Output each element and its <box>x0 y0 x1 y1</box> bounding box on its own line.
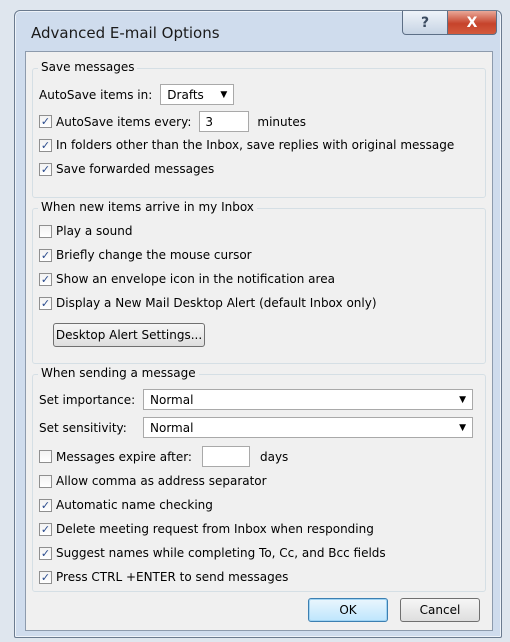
advanced-email-options-dialog: Advanced E-mail Options ? X Save message… <box>14 10 502 638</box>
expire-checkbox[interactable] <box>39 450 52 463</box>
sending-option-row: ✓ Automatic name checking <box>39 498 213 512</box>
save-messages-legend: Save messages <box>38 60 138 74</box>
importance-row: Set importance: Normal ▼ <box>39 389 473 410</box>
autosave-folder-row: AutoSave items in: Drafts ▼ <box>39 84 235 105</box>
name-checking-label: Automatic name checking <box>56 498 213 512</box>
checkmark-icon: ✓ <box>40 570 51 584</box>
expire-days-input[interactable] <box>201 446 250 467</box>
close-button[interactable]: X <box>447 11 497 35</box>
sending-option-row: Allow comma as address separator <box>39 474 267 488</box>
autosave-folder-value: Drafts <box>167 87 204 102</box>
new-item-option-row: ✓ Briefly change the mouse cursor <box>39 248 252 262</box>
new-item-option-row: ✓ Show an envelope icon in the notificat… <box>39 272 335 286</box>
save-messages-group: Save messages AutoSave items in: Drafts … <box>32 60 486 198</box>
chevron-down-icon: ▼ <box>459 394 466 405</box>
autosave-every-checkbox[interactable]: ✓ <box>39 115 52 128</box>
sending-option-row: ✓ Suggest names while completing To, Cc,… <box>39 546 386 560</box>
help-icon: ? <box>420 14 430 31</box>
checkmark-icon: ✓ <box>40 248 51 262</box>
checkmark-icon: ✓ <box>40 162 51 176</box>
importance-value: Normal <box>150 392 194 407</box>
importance-select[interactable]: Normal ▼ <box>143 389 473 410</box>
new-item-option-row: ✓ Display a New Mail Desktop Alert (defa… <box>39 296 377 310</box>
desktop-alert-label: Display a New Mail Desktop Alert (defaul… <box>56 296 377 310</box>
envelope-icon-label: Show an envelope icon in the notificatio… <box>56 272 335 286</box>
save-forwarded-label: Save forwarded messages <box>56 162 215 176</box>
change-cursor-label: Briefly change the mouse cursor <box>56 248 252 262</box>
delete-meeting-request-label: Delete meeting request from Inbox when r… <box>56 522 374 536</box>
ok-button[interactable]: OK <box>308 598 388 622</box>
save-forwarded-row: ✓ Save forwarded messages <box>39 162 214 176</box>
autosave-interval-input[interactable]: 3 <box>199 111 250 132</box>
help-button[interactable]: ? <box>402 11 448 35</box>
name-checking-checkbox[interactable]: ✓ <box>39 498 52 512</box>
sending-option-row: ✓ Press CTRL +ENTER to send messages <box>39 570 288 584</box>
chevron-down-icon: ▼ <box>459 422 466 433</box>
desktop-alert-checkbox[interactable]: ✓ <box>39 296 52 310</box>
ctrl-enter-send-checkbox[interactable]: ✓ <box>39 570 52 584</box>
checkmark-icon: ✓ <box>40 115 51 128</box>
checkmark-icon: ✓ <box>40 138 51 152</box>
change-cursor-checkbox[interactable]: ✓ <box>39 248 52 262</box>
checkmark-icon: ✓ <box>40 272 51 286</box>
cancel-button[interactable]: Cancel <box>400 598 480 622</box>
new-item-option-row: Play a sound <box>39 224 132 238</box>
dialog-body: Save messages AutoSave items in: Drafts … <box>25 51 493 631</box>
save-replies-checkbox[interactable]: ✓ <box>39 138 52 152</box>
expire-label: Messages expire after: <box>56 449 192 464</box>
minutes-label: minutes <box>257 114 306 129</box>
save-replies-label: In folders other than the Inbox, save re… <box>56 138 455 152</box>
envelope-icon-checkbox[interactable]: ✓ <box>39 272 52 286</box>
autosave-every-label: AutoSave items every: <box>56 114 192 129</box>
desktop-alert-settings-button[interactable]: Desktop Alert Settings... <box>53 323 205 347</box>
checkmark-icon: ✓ <box>40 296 51 310</box>
expire-row: Messages expire after: days <box>39 446 288 467</box>
play-sound-label: Play a sound <box>56 224 133 238</box>
sending-legend: When sending a message <box>38 366 199 380</box>
new-items-group: When new items arrive in my Inbox Play a… <box>32 200 486 364</box>
new-items-legend: When new items arrive in my Inbox <box>38 200 257 214</box>
play-sound-checkbox[interactable] <box>39 224 52 238</box>
sensitivity-select[interactable]: Normal ▼ <box>143 417 473 438</box>
sensitivity-label: Set sensitivity: <box>39 420 127 435</box>
delete-meeting-request-checkbox[interactable]: ✓ <box>39 522 52 536</box>
sending-option-row: ✓ Delete meeting request from Inbox when… <box>39 522 374 536</box>
importance-label: Set importance: <box>39 392 136 407</box>
checkmark-icon: ✓ <box>40 498 51 512</box>
save-forwarded-checkbox[interactable]: ✓ <box>39 162 52 176</box>
suggest-names-label: Suggest names while completing To, Cc, a… <box>56 546 386 560</box>
sensitivity-value: Normal <box>150 420 194 435</box>
title-bar[interactable]: Advanced E-mail Options ? X <box>15 11 501 51</box>
suggest-names-checkbox[interactable]: ✓ <box>39 546 52 560</box>
autosave-in-label: AutoSave items in: <box>39 87 153 102</box>
autosave-every-row: ✓ AutoSave items every: 3 minutes <box>39 111 306 132</box>
dialog-title: Advanced E-mail Options <box>31 24 220 42</box>
autosave-folder-select[interactable]: Drafts ▼ <box>160 84 235 105</box>
days-label: days <box>259 449 289 464</box>
save-replies-row: ✓ In folders other than the Inbox, save … <box>39 138 454 152</box>
chevron-down-icon: ▼ <box>220 89 228 100</box>
comma-separator-checkbox[interactable] <box>39 474 52 488</box>
ctrl-enter-send-label: Press CTRL +ENTER to send messages <box>56 570 289 584</box>
sensitivity-row: Set sensitivity: Normal ▼ <box>39 417 473 438</box>
checkmark-icon: ✓ <box>40 522 51 536</box>
checkmark-icon: ✓ <box>40 546 51 560</box>
sending-group: When sending a message Set importance: N… <box>32 366 486 592</box>
close-icon: X <box>466 14 478 31</box>
comma-separator-label: Allow comma as address separator <box>56 474 267 488</box>
